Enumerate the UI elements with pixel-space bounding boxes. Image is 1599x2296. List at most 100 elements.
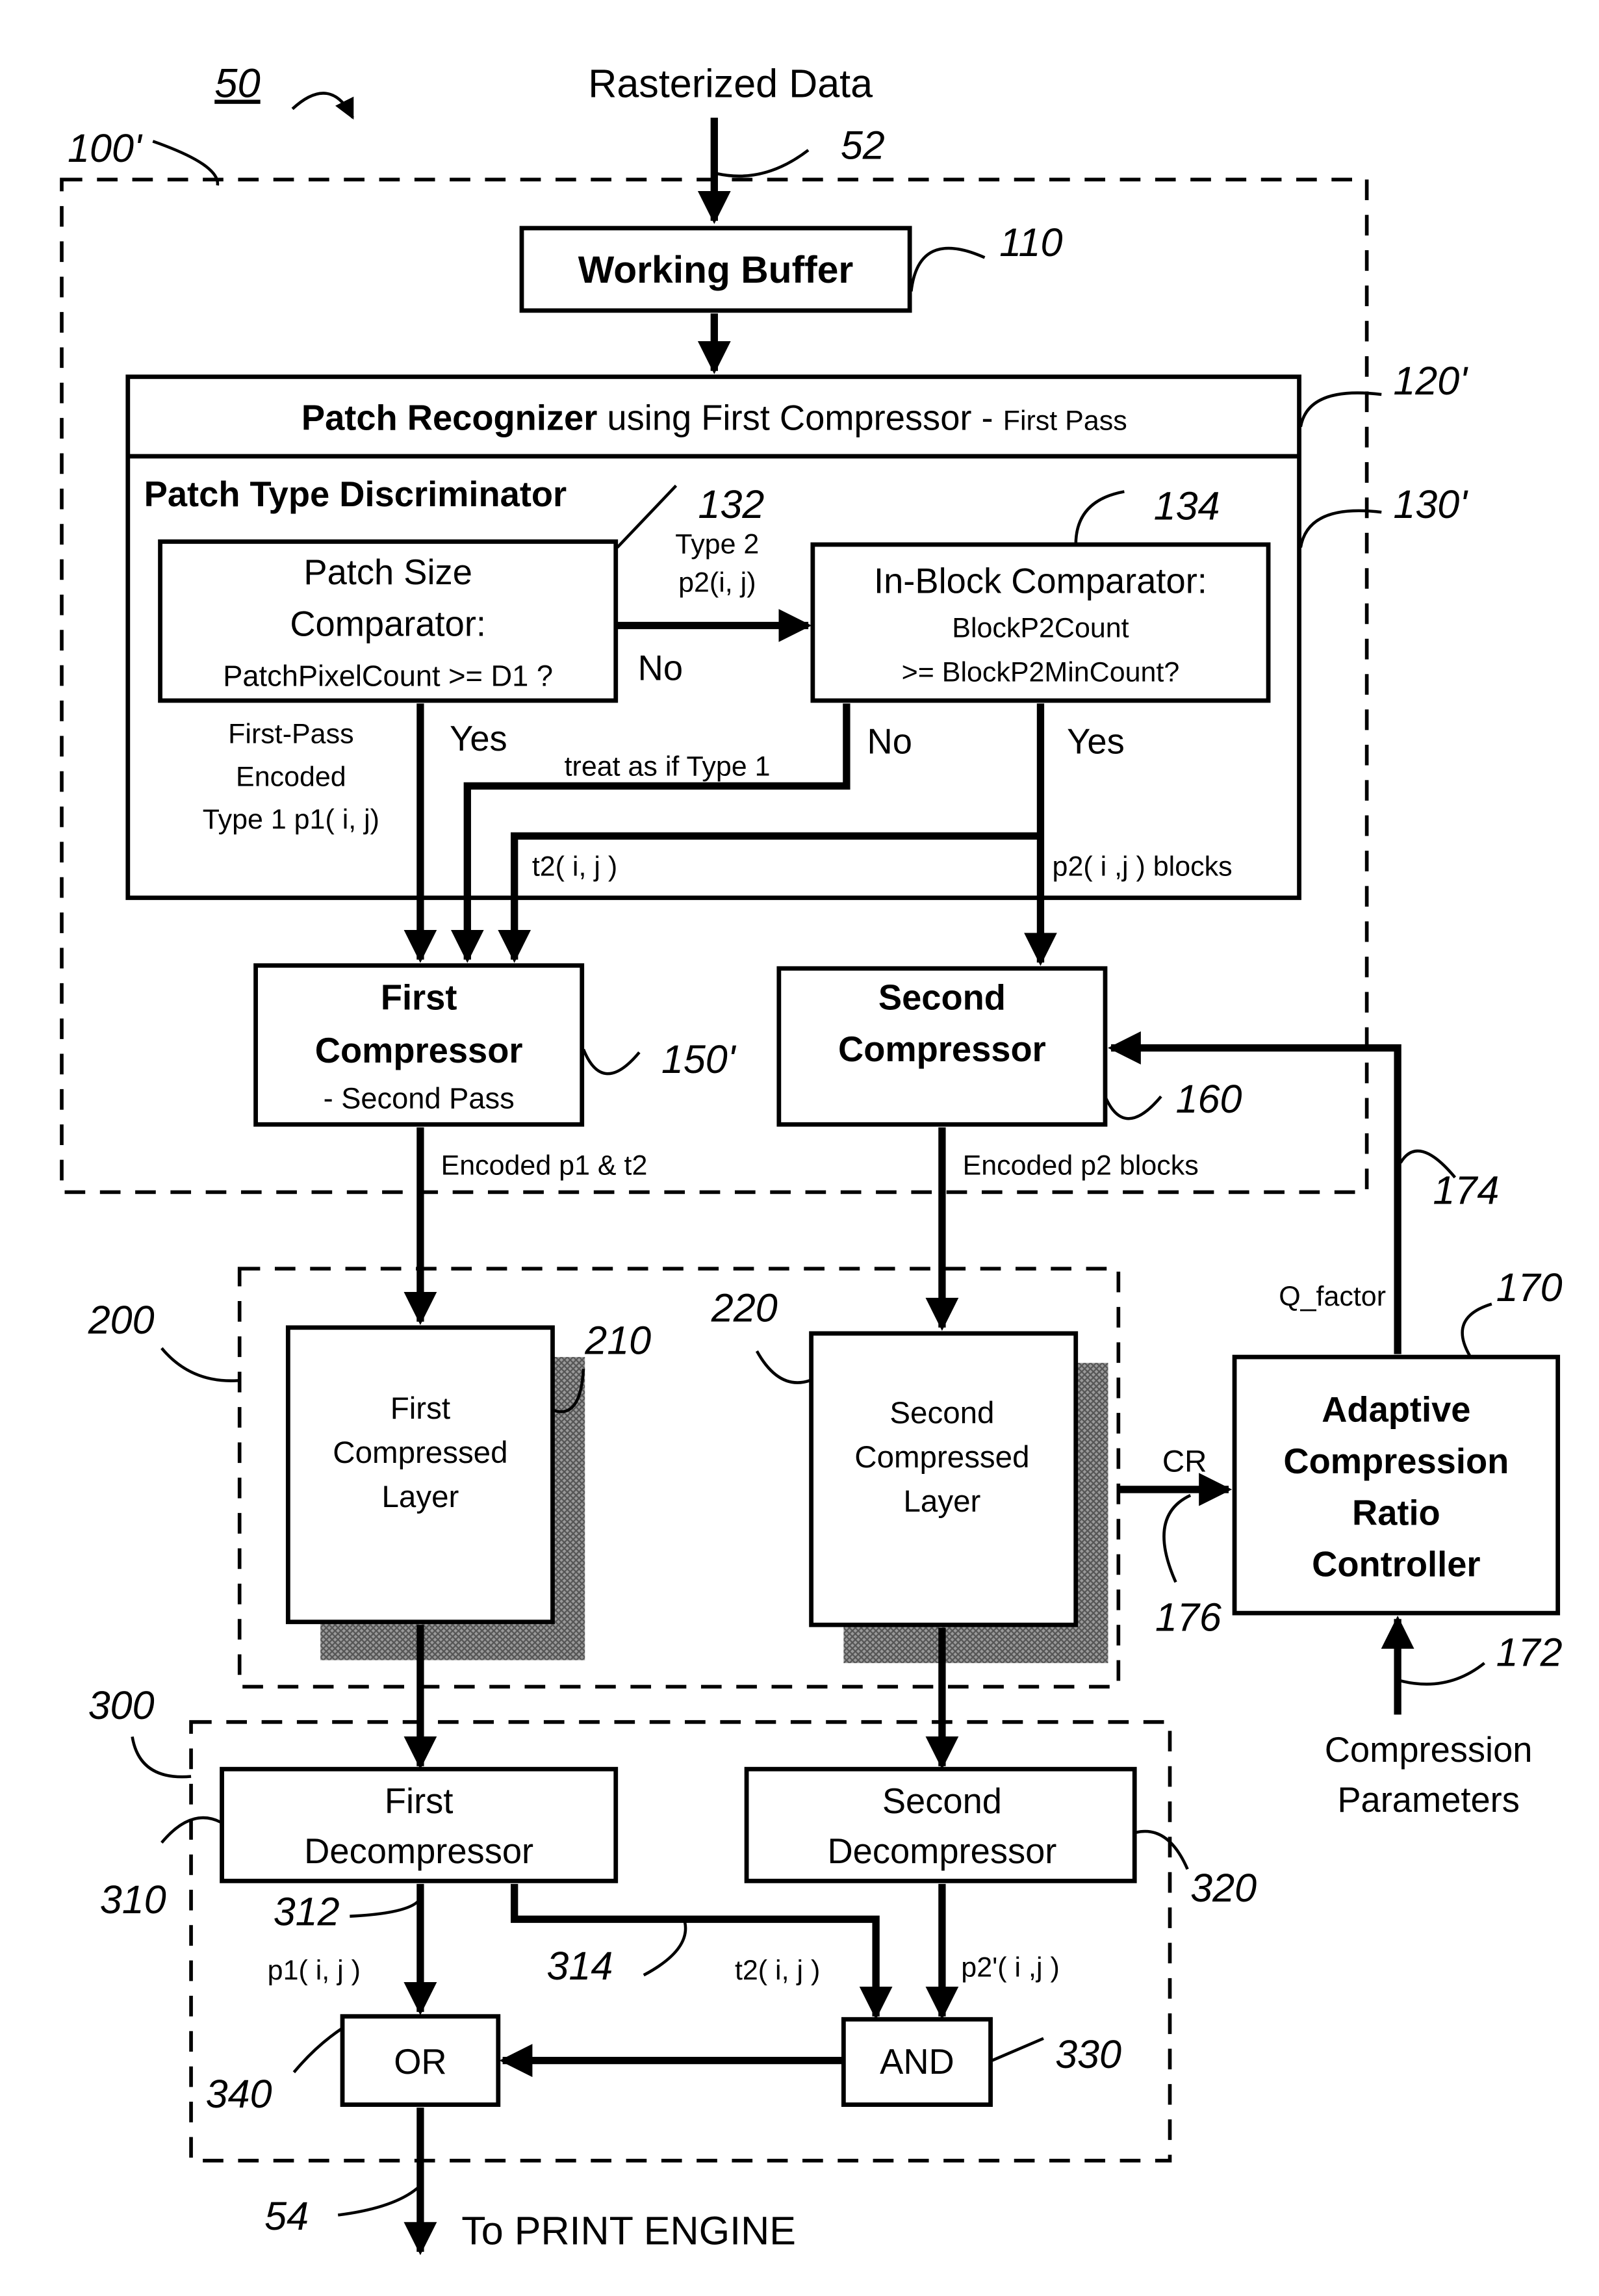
first-decompressor-line1: First [385, 1781, 454, 1821]
leader-150 [582, 1048, 641, 1076]
ref-172: 172 [1496, 1631, 1563, 1675]
first-compressor-line2: Compressor [315, 1031, 523, 1070]
compression-parameters-line2: Parameters [1337, 1780, 1520, 1820]
q-factor-label: Q_factor [1279, 1281, 1386, 1312]
yes-label-2: Yes [1067, 722, 1125, 762]
ref-200: 200 [88, 1298, 155, 1342]
second-compressed-layer-block [809, 1331, 1079, 1627]
second-compressed-layer-line3: Layer [904, 1484, 981, 1519]
first-pass-label-line2: Encoded [236, 761, 346, 792]
encoded-p1-t2-label: Encoded p1 & t2 [441, 1150, 648, 1181]
leader-160 [1103, 1095, 1162, 1120]
first-compressed-layer-line3: Layer [382, 1480, 459, 1514]
leader-330 [991, 2037, 1044, 2062]
t2-upper-label: t2( i, j ) [532, 851, 617, 882]
leader-300 [131, 1736, 192, 1779]
ref-160: 160 [1176, 1077, 1242, 1121]
ref-130-prime: 130' [1393, 482, 1468, 526]
input-label-rasterized-data: Rasterized Data [588, 61, 873, 105]
ref-330: 330 [1055, 2032, 1121, 2076]
patch-size-comparator-line1: Patch Size [303, 552, 472, 592]
in-block-comparator-line3: >= BlockP2MinCount? [902, 657, 1180, 688]
type2-label: Type 2 [675, 529, 759, 560]
ref-174: 174 [1433, 1168, 1499, 1213]
second-decompressor-line2: Decompressor [827, 1831, 1056, 1871]
ref-320: 320 [1190, 1866, 1257, 1910]
first-compressor-line3: - Second Pass [324, 1081, 515, 1115]
second-compressor-line2: Compressor [838, 1029, 1046, 1069]
leader-130 [1299, 509, 1382, 548]
ref-340: 340 [206, 2072, 272, 2116]
compression-parameters-line1: Compression [1325, 1730, 1533, 1770]
first-pass-label-line3: Type 1 p1( i, j) [203, 804, 379, 835]
first-pass-label-line1: First-Pass [228, 719, 353, 750]
leader-200 [160, 1347, 238, 1382]
p2-blocks-label: p2( i ,j ) blocks [1053, 851, 1233, 882]
ref-300: 300 [88, 1683, 155, 1727]
ref-310: 310 [100, 1877, 166, 1922]
ref-210: 210 [584, 1319, 651, 1363]
encoded-p2-blocks-label: Encoded p2 blocks [963, 1150, 1199, 1181]
ref-220: 220 [711, 1286, 778, 1330]
leader-176 [1162, 1493, 1192, 1583]
figure-pointer-arrow [291, 92, 354, 120]
p1-lower-label: p1( i, j ) [268, 1955, 361, 1986]
first-compressed-layer-line1: First [390, 1391, 450, 1426]
patch-recognizer-title-bold: Patch Recognizer [301, 398, 597, 437]
t2-lower-label: t2( i, j ) [735, 1955, 820, 1986]
leader-120 [1299, 391, 1382, 428]
working-buffer-label: Working Buffer [578, 249, 854, 291]
p2prime-lower-label: p2'( i ,j ) [961, 1952, 1059, 1983]
first-compressed-layer-line2: Compressed [333, 1436, 507, 1470]
ref-312: 312 [274, 1889, 340, 1933]
no-label-1: No [638, 648, 683, 688]
patch-type-discriminator-label: Patch Type Discriminator [144, 474, 567, 514]
second-compressed-layer-line2: Compressed [854, 1440, 1029, 1475]
figure-number: 50 [214, 60, 260, 106]
ref-120-prime: 120' [1393, 359, 1468, 403]
patent-block-diagram: 50 Rasterized Data 52 100' Working Buffe… [60, 60, 1563, 2256]
leader-314 [643, 1922, 687, 1977]
adaptive-controller-line4: Controller [1312, 1545, 1480, 1584]
leader-110 [910, 246, 986, 292]
patch-size-comparator-line3: PatchPixelCount >= D1 ? [223, 659, 553, 692]
ref-176: 176 [1155, 1595, 1222, 1639]
leader-52 [717, 149, 810, 178]
yes-label-1: Yes [450, 719, 507, 758]
second-compressed-layer-line1: Second [889, 1396, 994, 1430]
leader-172 [1400, 1662, 1485, 1686]
adaptive-controller-line1: Adaptive [1322, 1390, 1470, 1430]
in-block-comparator-line2: BlockP2Count [952, 613, 1129, 644]
ref-132: 132 [698, 482, 764, 526]
ref-314: 314 [546, 1944, 613, 1988]
treat-as-type1-label: treat as if Type 1 [565, 751, 771, 782]
patch-recognizer-title-small: First Pass [1003, 405, 1127, 436]
leader-170 [1461, 1302, 1492, 1356]
first-compressor-line1: First [381, 978, 457, 1018]
leader-312 [350, 1898, 422, 1918]
and-gate-label: AND [880, 2042, 954, 2082]
first-compressed-layer-block [285, 1325, 555, 1625]
adaptive-controller-line3: Ratio [1352, 1493, 1440, 1532]
leader-340 [292, 2026, 344, 2074]
ref-54: 54 [264, 2194, 309, 2238]
ref-100-prime: 100' [68, 126, 143, 170]
second-decompressor-line1: Second [882, 1781, 1002, 1821]
no-label-2: No [867, 722, 912, 762]
adaptive-controller-line2: Compression [1283, 1441, 1509, 1481]
ref-134: 134 [1154, 484, 1220, 528]
or-gate-label: OR [394, 2042, 446, 2082]
patch-size-comparator-line2: Comparator: [290, 604, 486, 643]
leader-320 [1135, 1829, 1189, 1870]
in-block-comparator-line1: In-Block Comparator: [874, 561, 1207, 601]
ref-150-prime: 150' [661, 1037, 737, 1081]
cr-label: CR [1162, 1445, 1207, 1479]
patch-recognizer-title-rest: using First Compressor - [597, 398, 1003, 437]
ref-52: 52 [841, 123, 885, 168]
leader-220 [755, 1350, 811, 1384]
leader-54 [337, 2184, 422, 2217]
print-engine-label: To PRINT ENGINE [461, 2209, 796, 2253]
ref-110: 110 [999, 220, 1062, 264]
type2-p2-label: p2(i, j) [678, 567, 756, 598]
ref-170: 170 [1496, 1265, 1563, 1309]
